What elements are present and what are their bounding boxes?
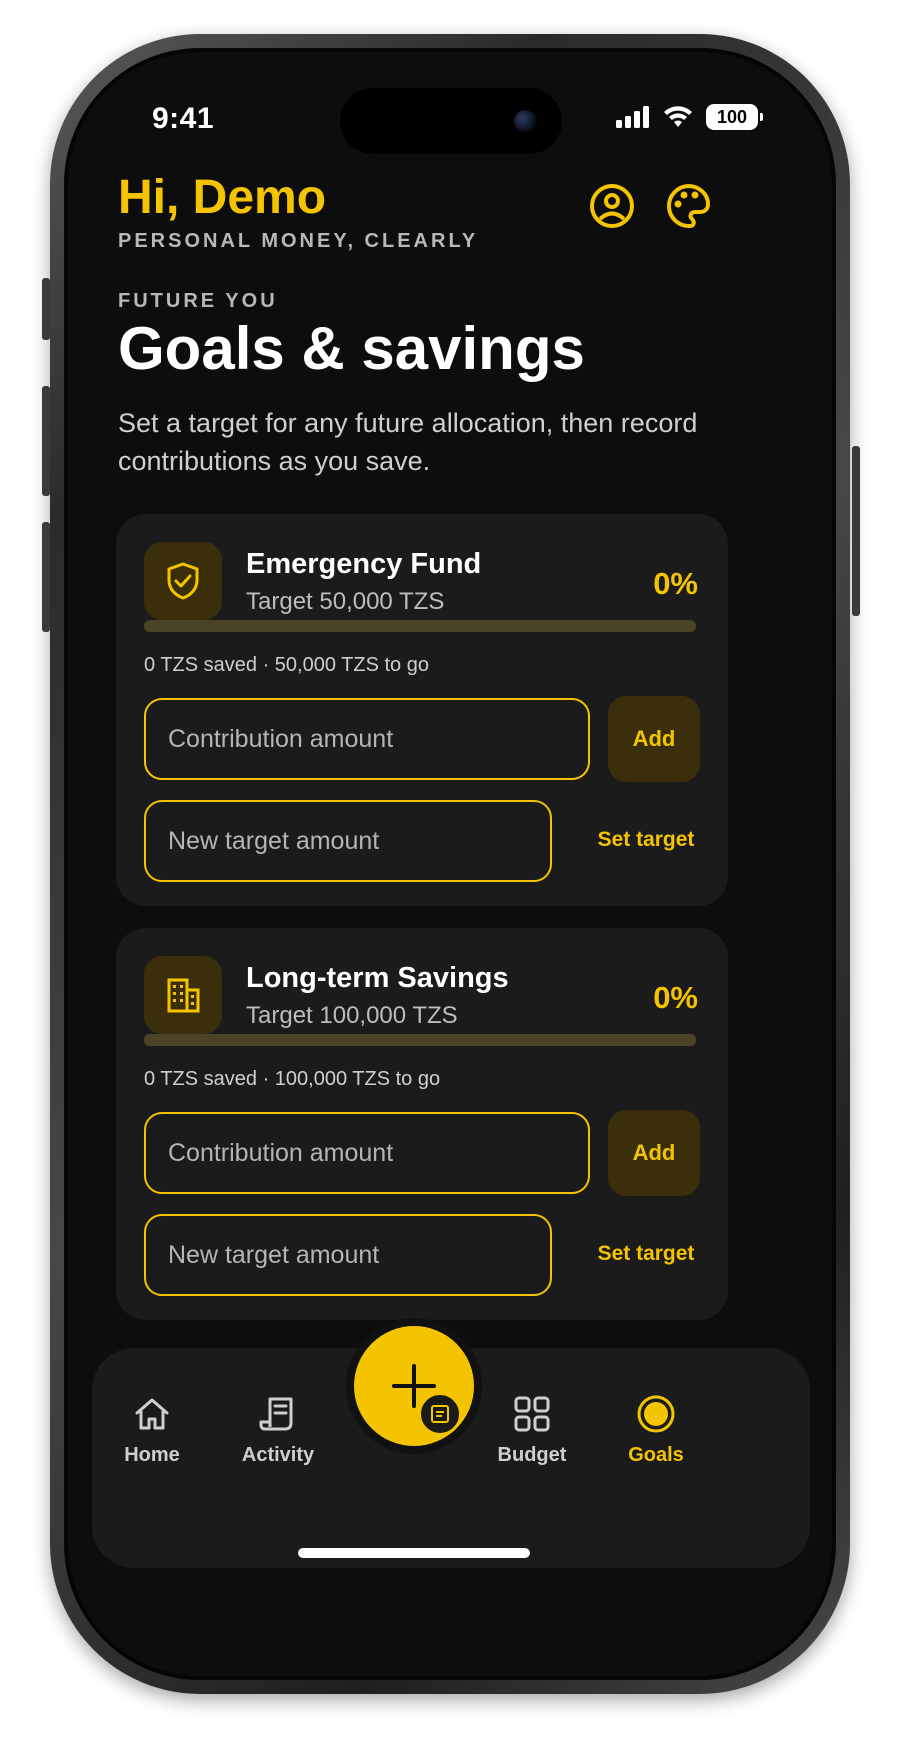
nav-label: Goals [628,1444,684,1466]
nav-item-activity[interactable]: Activity [218,1394,338,1467]
nav-item-goals[interactable]: Goals [596,1394,716,1467]
page-description: Set a target for any future allocation, … [118,408,698,476]
goal-progress-bar [144,620,696,632]
contribution-input[interactable] [144,1112,590,1194]
volume-up-button [42,386,50,496]
greeting: Hi, Demo [118,171,327,224]
goal-stats: 0 TZS saved · 100,000 TZS to go [144,1068,441,1090]
profile-icon[interactable] [588,182,636,230]
goal-card: Emergency Fund Target 50,000 TZS 0% 0 TZ… [116,514,728,906]
status-time: 9:41 [152,102,215,135]
tagline: PERSONAL MONEY, CLEARLY [118,230,479,252]
volume-down-button [42,522,50,632]
goal-percent: 0% [653,566,698,601]
goal-percent: 0% [653,980,698,1015]
goal-name: Long-term Savings [246,962,509,994]
building-icon [167,978,200,1013]
set-target-button[interactable]: Set target [586,1214,706,1294]
goal-target: Target 50,000 TZS [246,588,445,615]
add-contribution-button[interactable]: Add [608,696,700,782]
wifi-icon [664,106,692,127]
battery-icon: 100 [706,104,763,130]
grid-icon [514,1396,550,1432]
nav-item-budget[interactable]: Budget [472,1394,592,1467]
scan-receipt-icon [431,1405,449,1423]
contribution-input[interactable] [144,698,590,780]
new-target-input[interactable] [144,1214,552,1296]
home-indicator [298,1548,530,1558]
section-kicker: FUTURE YOU [118,290,278,312]
goal-icon-badge [144,956,222,1034]
target-icon [637,1395,675,1433]
palette-icon[interactable] [664,182,712,230]
home-icon [135,1398,169,1430]
app-screen: 9:41 100 Hi, Demo PERSONAL MONEY, CLEARL… [64,48,836,1680]
power-button [852,446,860,616]
new-target-input[interactable] [144,800,552,882]
nav-label: Activity [241,1444,315,1466]
status-indicators: 100 [616,104,763,130]
scan-receipt-badge [418,1392,462,1436]
goal-icon-badge [144,542,222,620]
nav-label: Home [124,1444,180,1466]
goal-stats: 0 TZS saved · 50,000 TZS to go [144,654,429,676]
goal-target: Target 100,000 TZS [246,1002,458,1029]
dynamic-island [340,88,562,154]
shield-check-icon [167,562,199,600]
nav-label: Budget [497,1444,567,1466]
action-button [42,278,50,340]
goal-name: Emergency Fund [246,548,482,580]
add-contribution-button[interactable]: Add [608,1110,700,1196]
set-target-button[interactable]: Set target [586,800,706,880]
page-title: Goals & savings [118,315,585,382]
goal-card: Long-term Savings Target 100,000 TZS 0% … [116,928,728,1320]
nav-item-home[interactable]: Home [92,1394,212,1467]
goal-progress-bar [144,1034,696,1046]
camera-icon [514,110,536,132]
signal-icon [616,106,649,128]
receipt-icon [259,1397,293,1431]
